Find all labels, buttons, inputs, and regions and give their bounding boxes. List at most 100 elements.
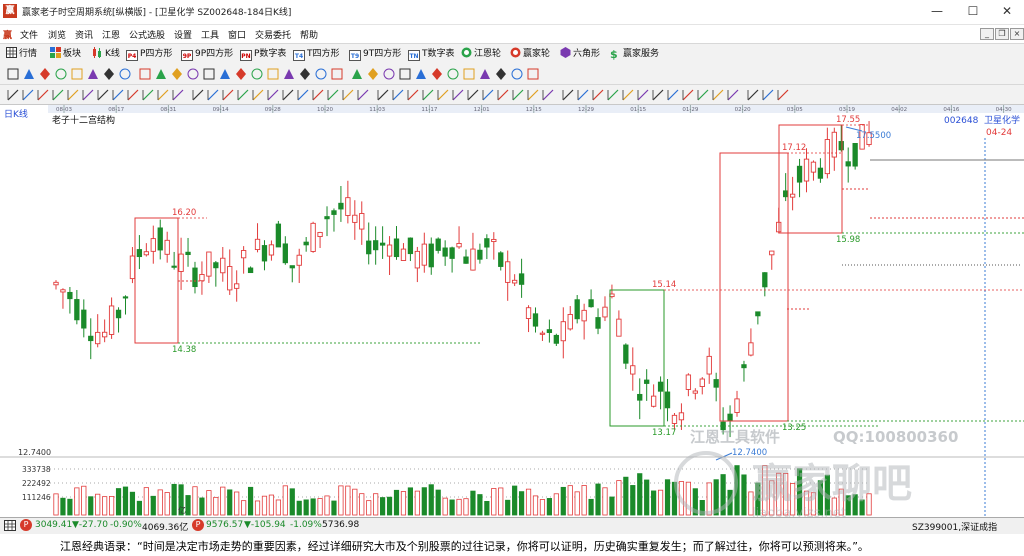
candle bbox=[831, 127, 837, 171]
menu-gann[interactable]: 江恩 bbox=[102, 28, 120, 41]
toolbar-t-square-button[interactable]: T4 T四方形 bbox=[293, 47, 340, 61]
mdi-minimize-button[interactable]: _ bbox=[980, 28, 994, 40]
mdi-close-button[interactable]: × bbox=[1010, 28, 1024, 40]
candle-body-down bbox=[393, 238, 400, 258]
tool-line-icon bbox=[577, 89, 589, 101]
tool-circle-icon bbox=[383, 68, 395, 80]
date-tick-label: 11-17 bbox=[421, 107, 437, 113]
candle bbox=[650, 384, 657, 408]
index1-amount: 4069.36亿 bbox=[142, 523, 189, 533]
candle-body-down bbox=[366, 240, 372, 255]
candlestick-chart[interactable]: 08-03 08-17 08-31 09-14 09-28 10-20 11-03 11-17… bbox=[0, 105, 1024, 521]
chart-area[interactable]: 08-03 08-17 08-31 09-14 09-28 10-20 11-03 11-17… bbox=[0, 105, 1024, 521]
candle-body-up bbox=[129, 255, 136, 280]
tool-diamond-icon bbox=[368, 68, 378, 80]
candle-body-up bbox=[268, 244, 275, 256]
menu-tools[interactable]: 工具 bbox=[201, 28, 219, 41]
tool-line-icon bbox=[142, 89, 154, 101]
maximize-button[interactable]: ☐ bbox=[958, 0, 988, 22]
tool-line-icon bbox=[637, 89, 649, 101]
toolbar-gann-wheel-button[interactable]: 江恩轮 bbox=[461, 47, 501, 61]
candle bbox=[581, 303, 587, 340]
grid-icon[interactable] bbox=[4, 520, 16, 531]
candle bbox=[359, 201, 365, 245]
toolbar-p-square-button[interactable]: P4 P四方形 bbox=[126, 47, 172, 61]
volume-bar bbox=[268, 494, 275, 516]
menu-trade[interactable]: 交易委托 bbox=[255, 28, 291, 41]
tool-line-icon bbox=[297, 89, 309, 101]
candle bbox=[595, 308, 601, 335]
volume-bar bbox=[359, 493, 365, 516]
candle bbox=[623, 343, 629, 370]
menu-formula[interactable]: 公式选股 bbox=[129, 28, 165, 41]
drawing-tools-icons[interactable] bbox=[0, 64, 1024, 84]
volume-bar bbox=[108, 495, 115, 516]
toolbar-hexagon-button[interactable]: 六角形 bbox=[560, 47, 600, 61]
toolbar-winner-wheel-button[interactable]: 赢家轮 bbox=[510, 47, 550, 61]
volume-bar bbox=[136, 500, 142, 516]
menu-window[interactable]: 窗口 bbox=[228, 28, 246, 41]
tool-icon bbox=[220, 69, 230, 79]
tool-icon bbox=[607, 89, 619, 101]
candle bbox=[393, 226, 400, 260]
candle bbox=[845, 147, 851, 183]
volume-bar bbox=[407, 487, 414, 516]
menu-settings[interactable]: 设置 bbox=[174, 28, 192, 41]
menu-help[interactable]: 帮助 bbox=[300, 28, 318, 41]
tool-line-icon bbox=[667, 89, 679, 101]
tool-circle-icon bbox=[187, 68, 199, 80]
toolbar-blocks-button[interactable]: 板块 bbox=[50, 47, 81, 61]
volume-tick-label: 111246 bbox=[22, 493, 51, 502]
tool-icon bbox=[542, 89, 554, 101]
candle bbox=[706, 347, 712, 384]
menu-app-icon[interactable]: 赢 bbox=[3, 28, 12, 41]
candle-body-up bbox=[630, 365, 636, 375]
menu-file[interactable]: 文件 bbox=[20, 28, 38, 41]
candle-body-up bbox=[345, 197, 351, 216]
tool-line-icon bbox=[327, 89, 339, 101]
candle-body-down bbox=[845, 161, 851, 167]
tool-square-icon bbox=[267, 68, 279, 80]
tool-line-icon bbox=[267, 89, 279, 101]
candle bbox=[136, 235, 143, 270]
minimize-button[interactable]: — bbox=[922, 0, 952, 22]
volume-bar bbox=[164, 492, 170, 516]
tool-icon bbox=[251, 68, 263, 80]
candle bbox=[310, 221, 316, 253]
candle-body-up bbox=[505, 261, 511, 283]
tool-icon bbox=[156, 69, 166, 79]
candle bbox=[421, 232, 427, 273]
candle bbox=[630, 347, 636, 391]
candle bbox=[345, 180, 351, 224]
volume-bar bbox=[380, 497, 386, 516]
tool-icon bbox=[407, 89, 419, 101]
date-tick-label: 02-20 bbox=[735, 107, 751, 113]
close-button[interactable]: ✕ bbox=[992, 0, 1022, 22]
toolbar-kline-button[interactable]: K线 bbox=[92, 47, 120, 61]
candle-body-down bbox=[762, 272, 768, 288]
tool-icon bbox=[139, 68, 151, 80]
toolbar-9t-square-label: 9T四方形 bbox=[363, 49, 402, 59]
volume-bar bbox=[567, 485, 573, 516]
volume-bar bbox=[623, 476, 629, 516]
tool-icon bbox=[88, 69, 98, 79]
volume-tick-label: 222492 bbox=[22, 479, 51, 488]
menu-info[interactable]: 资讯 bbox=[75, 28, 93, 41]
candle bbox=[463, 249, 469, 264]
candle bbox=[303, 237, 309, 252]
toolbar-9t-square-button[interactable]: T9 9T四方形 bbox=[349, 47, 401, 61]
menu-browse[interactable]: 浏览 bbox=[48, 28, 66, 41]
toolbar-service-button[interactable]: $ 赢家服务 bbox=[610, 47, 659, 61]
analysis-tools-icons[interactable] bbox=[0, 85, 1024, 104]
tool-icon bbox=[187, 68, 199, 80]
candle bbox=[317, 231, 323, 249]
candle-body-down bbox=[595, 317, 601, 329]
mdi-restore-button[interactable]: ❐ bbox=[995, 28, 1009, 40]
toolbar-quotes-button[interactable]: 行情 bbox=[6, 47, 37, 61]
toolbar-t-number-button[interactable]: TN T数字表 bbox=[408, 47, 455, 61]
cursor-price-label: 17.5500 bbox=[856, 131, 891, 141]
toolbar-p-number-button[interactable]: PN P数字表 bbox=[240, 47, 286, 61]
toolbar-9p-square-button[interactable]: 9P 9P四方形 bbox=[181, 47, 233, 61]
candle bbox=[644, 369, 650, 401]
candle-body-up bbox=[60, 289, 66, 293]
